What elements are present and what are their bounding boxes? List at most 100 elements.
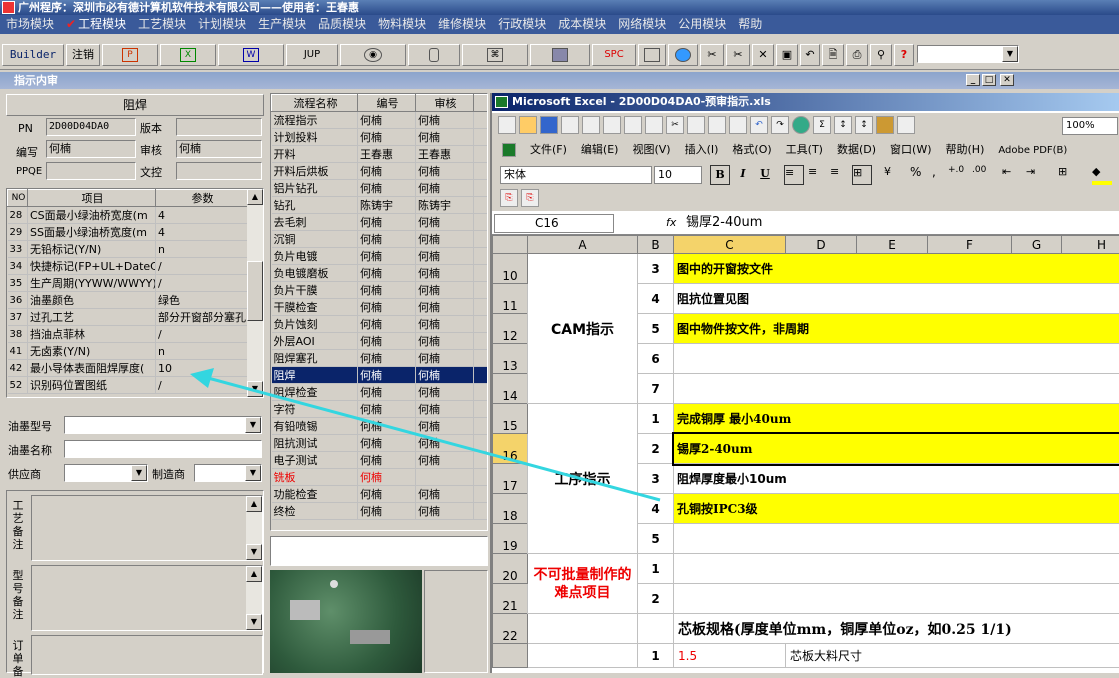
spell-icon[interactable] bbox=[624, 116, 642, 134]
computer-button[interactable] bbox=[530, 44, 590, 66]
window-button[interactable] bbox=[638, 44, 666, 66]
scroll-down-icon[interactable]: ▼ bbox=[247, 381, 263, 397]
cell-c[interactable]: 孔铜按IPC3级 bbox=[674, 494, 1119, 524]
font-size-select[interactable]: 10 bbox=[654, 166, 702, 184]
increase-decimal-button[interactable]: +.0 bbox=[948, 165, 970, 185]
find-button[interactable]: ⚲ bbox=[870, 44, 892, 66]
table-row[interactable]: 阻焊塞孔何楠何楠 bbox=[272, 350, 489, 367]
table-row[interactable]: 42最小导体表面阻焊厚度(10 bbox=[8, 360, 248, 377]
cell-b[interactable]: 3 bbox=[638, 254, 674, 284]
name-box[interactable]: C16 bbox=[494, 214, 614, 233]
zoom-select[interactable]: 100% bbox=[1062, 117, 1118, 135]
align-center-button[interactable]: ≡ bbox=[808, 165, 826, 185]
decrease-decimal-button[interactable]: .00 bbox=[972, 165, 994, 185]
excel-menu-window[interactable]: 窗口(W) bbox=[890, 139, 931, 161]
toolbar-combo[interactable]: ▼ bbox=[917, 45, 1019, 63]
table-row[interactable]: 52识别码位置图纸/ bbox=[8, 377, 248, 394]
research-icon[interactable] bbox=[645, 116, 663, 134]
column-header[interactable]: A bbox=[528, 236, 638, 254]
align-right-button[interactable]: ≡ bbox=[830, 165, 848, 185]
menu-network[interactable]: 网络模块 bbox=[612, 15, 672, 34]
table-row[interactable]: 功能检查何楠何楠 bbox=[272, 486, 489, 503]
param-grid[interactable]: NO 项目 参数 28CS面最小绿油桥宽度(m4 29SS面最小绿油桥宽度(m4… bbox=[6, 188, 264, 398]
currency-button[interactable]: ¥ bbox=[884, 165, 902, 185]
menu-production[interactable]: 生产模块 bbox=[252, 15, 312, 34]
table-row[interactable]: 38挡油点菲林/ bbox=[8, 326, 248, 343]
table-row[interactable]: 负片干膜何楠何楠 bbox=[272, 282, 489, 299]
cell-c[interactable]: 阻焊厚度最小10um bbox=[674, 464, 1119, 494]
cell-b[interactable]: 1 bbox=[638, 644, 674, 668]
column-header[interactable]: F bbox=[928, 236, 1012, 254]
ppt-button[interactable]: P bbox=[102, 44, 158, 66]
cut-button[interactable]: ✂ bbox=[700, 44, 724, 66]
undo-icon[interactable]: ↶ bbox=[750, 116, 768, 134]
word-button[interactable]: W bbox=[218, 44, 284, 66]
cell-b[interactable]: 5 bbox=[638, 524, 674, 554]
menu-maintenance[interactable]: 维修模块 bbox=[432, 15, 492, 34]
row-header[interactable]: 17 bbox=[493, 464, 528, 494]
cell-b[interactable]: 1 bbox=[638, 554, 674, 584]
process-header-extra[interactable] bbox=[474, 95, 489, 112]
column-header[interactable]: B bbox=[638, 236, 674, 254]
supplier-select[interactable]: ▼ bbox=[64, 464, 148, 482]
autosum-icon[interactable]: Σ bbox=[813, 116, 831, 134]
row-header[interactable]: 12 bbox=[493, 314, 528, 344]
table-row[interactable]: 流程指示何楠何楠 bbox=[272, 112, 489, 129]
print-icon[interactable] bbox=[582, 116, 600, 134]
version-field[interactable] bbox=[176, 118, 262, 136]
column-header[interactable]: E bbox=[857, 236, 928, 254]
process-header-name[interactable]: 流程名称 bbox=[272, 95, 358, 112]
cell-d[interactable]: 芯板大料尺寸 bbox=[786, 644, 1119, 668]
table-row[interactable]: 开料后烘板何楠何楠 bbox=[272, 163, 489, 180]
cell-a[interactable] bbox=[528, 614, 638, 644]
excel-menu-help[interactable]: 帮助(H) bbox=[946, 139, 985, 161]
row-header[interactable]: 20 bbox=[493, 554, 528, 584]
writer-field[interactable]: 何楠 bbox=[46, 140, 136, 158]
excel-menu-file[interactable]: 文件(F) bbox=[530, 139, 567, 161]
maximize-button[interactable]: □ bbox=[982, 74, 996, 86]
row-header[interactable]: 16 bbox=[493, 434, 528, 464]
process-header-review[interactable]: 审核 bbox=[416, 95, 474, 112]
align-left-button[interactable]: ≡ bbox=[784, 165, 804, 185]
column-header[interactable]: G bbox=[1012, 236, 1062, 254]
menu-craft[interactable]: 工艺模块 bbox=[132, 15, 192, 34]
excel-menu-view[interactable]: 视图(V) bbox=[632, 139, 670, 161]
row-header[interactable]: 13 bbox=[493, 344, 528, 374]
cell-b[interactable]: 7 bbox=[638, 374, 674, 404]
minimize-button[interactable]: _ bbox=[966, 74, 980, 86]
table-row[interactable]: 36油墨颜色绿色 bbox=[8, 292, 248, 309]
note-scrollbar[interactable]: ▲▼ bbox=[246, 496, 262, 560]
cell-c[interactable] bbox=[674, 554, 1119, 584]
group-label-cell[interactable]: 工序指示 bbox=[528, 404, 638, 554]
table-row[interactable]: 有铅喷锡何楠何楠 bbox=[272, 418, 489, 435]
permission-icon[interactable] bbox=[561, 116, 579, 134]
cell-c[interactable]: 锡厚2-40um bbox=[674, 434, 1119, 464]
spreadsheet[interactable]: A B C D E F G H 10CAM指示3图中的开窗按文件114阻抗位置见… bbox=[492, 235, 1119, 673]
italic-button[interactable]: I bbox=[734, 165, 752, 185]
cut2-button[interactable]: ✂ bbox=[726, 44, 750, 66]
menu-common[interactable]: 公用模块 bbox=[672, 15, 732, 34]
help-button[interactable]: ? bbox=[894, 44, 914, 66]
table-row[interactable]: 阻抗测试何楠何楠 bbox=[272, 435, 489, 452]
menu-plan[interactable]: 计划模块 bbox=[192, 15, 252, 34]
drawing-icon[interactable] bbox=[897, 116, 915, 134]
scroll-thumb[interactable] bbox=[247, 261, 263, 321]
cell-c[interactable] bbox=[674, 344, 1119, 374]
sort-asc-icon[interactable]: ↕ bbox=[834, 116, 852, 134]
cell-c[interactable]: 图中物件按文件，非周期 bbox=[674, 314, 1119, 344]
process-grid[interactable]: 流程名称编号审核 流程指示何楠何楠计划投料何楠何楠开料王春惠王春惠开料后烘板何楠… bbox=[270, 93, 488, 531]
cell-b[interactable]: 2 bbox=[638, 434, 674, 464]
table-row[interactable]: 开料王春惠王春惠 bbox=[272, 146, 489, 163]
cell-b[interactable]: 2 bbox=[638, 584, 674, 614]
excel-menu-edit[interactable]: 编辑(E) bbox=[581, 139, 619, 161]
table-row[interactable]: 沉铜何楠何楠 bbox=[272, 231, 489, 248]
cell-c[interactable]: 阻抗位置见图 bbox=[674, 284, 1119, 314]
table-row[interactable]: 负片蚀刻何楠何楠 bbox=[272, 316, 489, 333]
cell-b[interactable]: 3 bbox=[638, 464, 674, 494]
table-row[interactable]: 35生产周期(YYWW/WWYY)/ bbox=[8, 275, 248, 292]
cell-a[interactable] bbox=[528, 644, 638, 668]
font-name-select[interactable]: 宋体 bbox=[500, 166, 652, 184]
row-header[interactable]: 15 bbox=[493, 404, 528, 434]
excel-menu-format[interactable]: 格式(O) bbox=[732, 139, 771, 161]
ppqe-field[interactable] bbox=[46, 162, 136, 180]
